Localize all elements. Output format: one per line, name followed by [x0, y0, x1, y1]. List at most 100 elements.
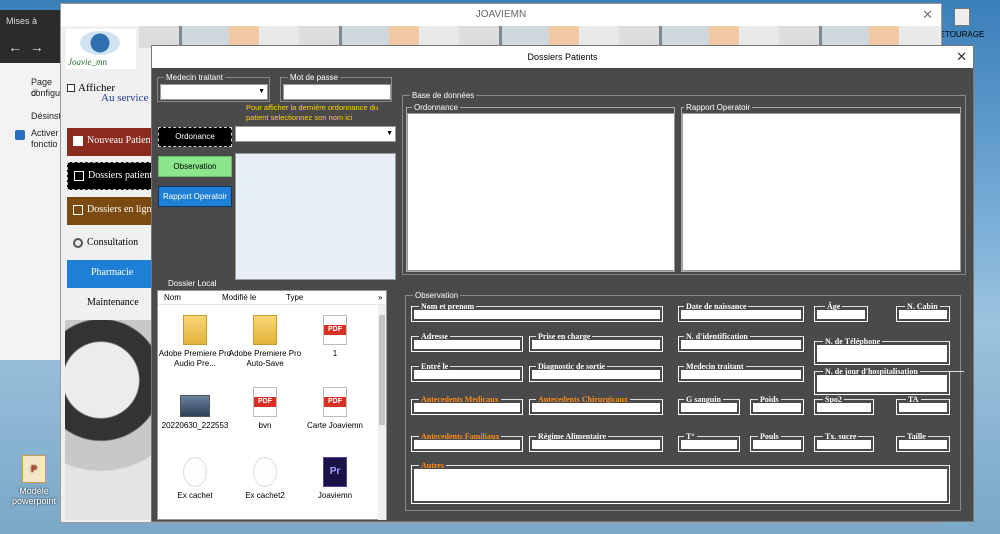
ta-input[interactable]: [899, 403, 947, 412]
taux-sucre-input[interactable]: [817, 440, 871, 449]
file-item[interactable]: Pr Joaviemn: [298, 457, 372, 501]
regime-alimentaire-field[interactable]: [529, 436, 663, 452]
n-cabin-field[interactable]: [896, 306, 950, 322]
patient-select[interactable]: ▼: [235, 126, 396, 142]
nom-prenom-input[interactable]: [414, 310, 660, 319]
taille-field[interactable]: [896, 436, 950, 452]
antecedents-medicaux-input[interactable]: [414, 403, 520, 412]
rapport-operatoir-button[interactable]: Rapport Operatoir: [158, 186, 232, 207]
g-sanguin-input[interactable]: [681, 403, 737, 412]
desktop-icon-powerpoint[interactable]: P Modèle powerpoint: [8, 455, 60, 506]
menu-nouveau-patient[interactable]: Nouveau Patient: [67, 128, 162, 156]
antecedents-familiaux-input[interactable]: [414, 440, 520, 449]
adresse-input[interactable]: [414, 340, 520, 349]
adresse-field[interactable]: [411, 336, 523, 352]
main-window-title: JOAVIEMN: [475, 9, 527, 20]
entre-le-input[interactable]: [414, 370, 520, 379]
menu-maintenance[interactable]: Maintenance: [67, 290, 162, 318]
observation-button[interactable]: Observation: [158, 156, 232, 177]
back-arrow-icon[interactable]: ←: [8, 39, 22, 55]
taux-sucre-field[interactable]: [814, 436, 874, 452]
column-modifie[interactable]: Modifié le: [222, 293, 256, 302]
checkbox-icon[interactable]: [67, 84, 75, 92]
medecin-traitant-obs-input[interactable]: [681, 370, 801, 379]
antecedents-chirurgicaux-field[interactable]: [529, 399, 663, 415]
date-naissance-field[interactable]: [678, 306, 804, 322]
nom-prenom-field[interactable]: [411, 306, 663, 322]
chevron-down-icon[interactable]: ▼: [258, 88, 265, 95]
settings-item[interactable]: configu: [31, 88, 60, 99]
file-item[interactable]: Ex cachet: [158, 457, 232, 501]
menu-label: Dossiers en ligne: [87, 204, 156, 215]
autres-input[interactable]: [414, 469, 947, 501]
folder-icon: [73, 205, 83, 215]
settings-item[interactable]: fonctio: [31, 139, 58, 150]
settings-item[interactable]: Désinst: [31, 111, 61, 122]
file-item[interactable]: PDF 1: [298, 315, 372, 359]
file-icon: [954, 8, 970, 26]
file-name: bvn: [258, 421, 272, 430]
n-cabin-input[interactable]: [899, 310, 947, 319]
chevron-right-icon[interactable]: »: [378, 293, 382, 302]
identification-field[interactable]: [678, 336, 804, 352]
file-name: Carte Joaviemn: [306, 421, 364, 430]
chevron-down-icon[interactable]: ▼: [386, 130, 393, 137]
jour-hospitalisation-field[interactable]: [814, 371, 950, 395]
desktop-icon-label: Modèle powerpoint: [11, 486, 57, 506]
close-icon[interactable]: ✕: [922, 4, 933, 26]
medecin-traitant-obs-field[interactable]: [678, 366, 804, 382]
prise-en-charge-input[interactable]: [532, 340, 660, 349]
g-sanguin-field[interactable]: [678, 399, 740, 415]
file-item[interactable]: PDF Carte Joaviemn: [298, 387, 372, 431]
prise-en-charge-field[interactable]: [529, 336, 663, 352]
jour-hospitalisation-input[interactable]: [817, 375, 947, 392]
file-item[interactable]: Ex cachet2: [228, 457, 302, 501]
autres-field[interactable]: [411, 465, 950, 504]
age-input[interactable]: [817, 310, 865, 319]
temperature-field[interactable]: [678, 436, 740, 452]
poids-field[interactable]: [750, 399, 804, 415]
identification-input[interactable]: [681, 340, 801, 349]
temperature-input[interactable]: [681, 440, 737, 449]
file-browser[interactable]: Nom Modifié le Type » Adobe Premiere Pro…: [157, 290, 387, 520]
telephone-input[interactable]: [817, 345, 947, 362]
ordonance-button[interactable]: Ordonance: [158, 127, 232, 147]
pouls-input[interactable]: [753, 440, 801, 449]
rapport-operatoir-textarea[interactable]: [682, 113, 961, 271]
regime-alimentaire-input[interactable]: [532, 440, 660, 449]
telephone-field[interactable]: [814, 341, 950, 365]
menu-dossiers-patients[interactable]: Dossiers patients: [67, 162, 162, 190]
password-input[interactable]: [283, 84, 391, 100]
column-type[interactable]: Type: [286, 293, 303, 302]
close-icon[interactable]: ✕: [956, 46, 967, 68]
menu-dossiers-en-ligne[interactable]: Dossiers en ligne: [67, 197, 162, 225]
spo2-input[interactable]: [817, 403, 871, 412]
menu-consultation[interactable]: Consultation: [67, 230, 162, 258]
scrollbar-thumb[interactable]: [379, 315, 385, 425]
file-item[interactable]: Adobe Premiere Pro Audio Pre...: [158, 315, 232, 369]
desktop-icon-etourage[interactable]: ETOURAGE: [938, 8, 986, 39]
age-field[interactable]: [814, 306, 868, 322]
file-item[interactable]: 20220630_222553: [158, 387, 232, 431]
entre-le-field[interactable]: [411, 366, 523, 382]
file-list-scrollbar[interactable]: [378, 305, 386, 520]
spo2-field[interactable]: [814, 399, 874, 415]
antecedents-medicaux-field[interactable]: [411, 399, 523, 415]
taille-input[interactable]: [899, 440, 947, 449]
medecin-traitant-select[interactable]: ▼: [160, 84, 268, 100]
diagnostic-input[interactable]: [532, 370, 660, 379]
diagnostic-field[interactable]: [529, 366, 663, 382]
settings-item[interactable]: Activer: [31, 128, 59, 139]
date-naissance-input[interactable]: [681, 310, 801, 319]
ordonnance-textarea[interactable]: [407, 113, 675, 271]
column-nom[interactable]: Nom: [164, 293, 181, 302]
forward-arrow-icon[interactable]: →: [30, 39, 44, 55]
antecedents-chirurgicaux-input[interactable]: [532, 403, 660, 412]
menu-pharmacie[interactable]: Pharmacie: [67, 260, 162, 288]
poids-input[interactable]: [753, 403, 801, 412]
antecedents-familiaux-field[interactable]: [411, 436, 523, 452]
file-item[interactable]: PDF bvn: [228, 387, 302, 431]
pouls-field[interactable]: [750, 436, 804, 452]
file-item[interactable]: Adobe Premiere Pro Auto-Save: [228, 315, 302, 369]
ta-field[interactable]: [896, 399, 950, 415]
